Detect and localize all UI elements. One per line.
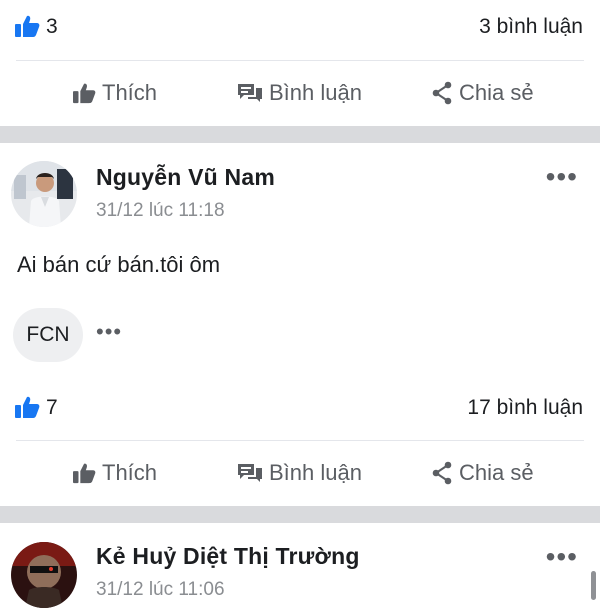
post-options-button[interactable]: ••• xyxy=(546,163,578,191)
like-reaction-icon xyxy=(14,14,40,43)
comment-button-label: Bình luận xyxy=(269,460,362,485)
comment-count-link[interactable]: 17 bình luận xyxy=(467,396,583,420)
post-separator xyxy=(0,506,600,523)
post-timestamp: 31/12 lúc 11:06 xyxy=(96,579,225,600)
post-separator xyxy=(0,126,600,143)
comment-bubbles-icon xyxy=(237,462,263,484)
share-icon xyxy=(431,461,453,485)
like-reaction-icon xyxy=(14,395,40,424)
comment-button[interactable]: Bình luận xyxy=(237,80,362,106)
like-button[interactable]: Thích xyxy=(72,460,157,486)
scrollbar[interactable] xyxy=(591,571,596,600)
share-button-label: Chia sẻ xyxy=(459,80,534,105)
like-button[interactable]: Thích xyxy=(72,80,157,106)
divider xyxy=(16,440,584,441)
comment-bubbles-icon xyxy=(237,82,263,104)
share-button[interactable]: Chia sẻ xyxy=(431,80,534,106)
avatar[interactable] xyxy=(11,161,77,227)
like-button-label: Thích xyxy=(102,460,158,485)
share-button[interactable]: Chia sẻ xyxy=(431,460,534,486)
thumbs-up-icon xyxy=(72,82,96,104)
like-button-label: Thích xyxy=(102,80,158,105)
like-count: 3 xyxy=(46,15,58,38)
comment-button-label: Bình luận xyxy=(269,80,362,105)
post-options-button[interactable]: ••• xyxy=(546,543,578,571)
share-button-label: Chia sẻ xyxy=(459,460,534,485)
chip-more-button[interactable]: ••• xyxy=(96,321,122,343)
post-body-text: Ai bán cứ bán.tôi ôm xyxy=(17,252,221,277)
like-count: 7 xyxy=(46,396,58,419)
share-icon xyxy=(431,81,453,105)
post-timestamp: 31/12 lúc 11:18 xyxy=(96,200,225,221)
thumbs-up-icon xyxy=(72,462,96,484)
post-author-name[interactable]: Nguyễn Vũ Nam xyxy=(96,164,275,191)
hashtag-chip[interactable]: FCN xyxy=(13,308,83,362)
post-author-name[interactable]: Kẻ Huỷ Diệt Thị Trường xyxy=(96,543,360,570)
divider xyxy=(16,60,584,61)
comment-button[interactable]: Bình luận xyxy=(237,460,362,486)
comment-count-link[interactable]: 3 bình luận xyxy=(479,15,583,39)
avatar[interactable] xyxy=(11,542,77,608)
